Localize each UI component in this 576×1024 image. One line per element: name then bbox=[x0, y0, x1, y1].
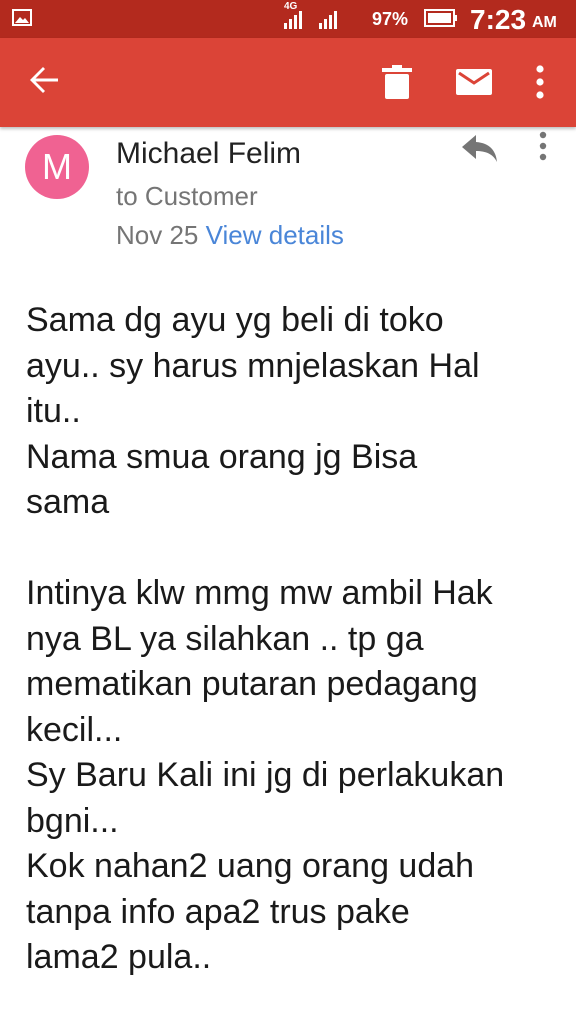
body-line: nya BL ya silahkan .. tp ga bbox=[26, 619, 424, 658]
app-toolbar bbox=[0, 38, 576, 127]
status-clock-ampm: AM bbox=[532, 14, 557, 31]
body-line: Sama dg ayu yg beli di toko bbox=[26, 301, 444, 339]
email-body: Sama dg ayu yg beli di toko ayu.. sy haru… bbox=[26, 298, 566, 981]
mail-icon[interactable] bbox=[456, 69, 492, 95]
sender-name: Michael Felim bbox=[116, 137, 302, 170]
body-line: Intinya klw mmg mw ambil Hak bbox=[26, 574, 493, 612]
email-date: Nov 25 bbox=[116, 220, 199, 250]
battery-icon bbox=[424, 9, 457, 27]
reply-icon[interactable] bbox=[462, 135, 498, 163]
date-line: Nov 25 View details bbox=[116, 220, 344, 251]
body-line: Kok nahan2 uang orang udah bbox=[26, 847, 475, 885]
signal-strength-icon-secondary bbox=[319, 11, 337, 29]
body-line: lama2 pula.. bbox=[26, 938, 212, 976]
back-arrow-icon[interactable] bbox=[28, 64, 60, 96]
status-clock: 7:23 bbox=[470, 4, 527, 35]
status-bar: 4G 97% 7:23 AM bbox=[0, 0, 576, 38]
body-line: Nama smua orang jg Bisa bbox=[26, 437, 418, 476]
email-header: M Michael Felim to Customer Nov 25 View … bbox=[0, 127, 576, 257]
image-notification-icon bbox=[12, 9, 32, 26]
body-line: ayu.. sy harus mnjelaskan Hal bbox=[26, 346, 480, 385]
message-more-icon[interactable] bbox=[538, 131, 548, 161]
body-line: kecil... bbox=[26, 710, 123, 749]
body-line: mematikan putaran pedagang bbox=[26, 665, 478, 703]
body-line: bgni... bbox=[26, 801, 119, 840]
view-details-link[interactable]: View details bbox=[206, 220, 344, 250]
body-line: tanpa info apa2 trus pake bbox=[26, 892, 410, 931]
body-line: itu.. bbox=[26, 392, 81, 430]
sender-avatar[interactable]: M bbox=[25, 135, 89, 199]
body-blank-line bbox=[26, 526, 566, 572]
more-vert-icon[interactable] bbox=[534, 65, 546, 99]
recipient-line: to Customer bbox=[116, 181, 258, 211]
trash-icon[interactable] bbox=[382, 65, 412, 99]
battery-percent: 97% bbox=[372, 9, 409, 29]
signal-strength-icon bbox=[284, 11, 302, 29]
body-line: sama bbox=[26, 483, 110, 521]
body-line: Sy Baru Kali ini jg di perlakukan bbox=[26, 756, 505, 794]
